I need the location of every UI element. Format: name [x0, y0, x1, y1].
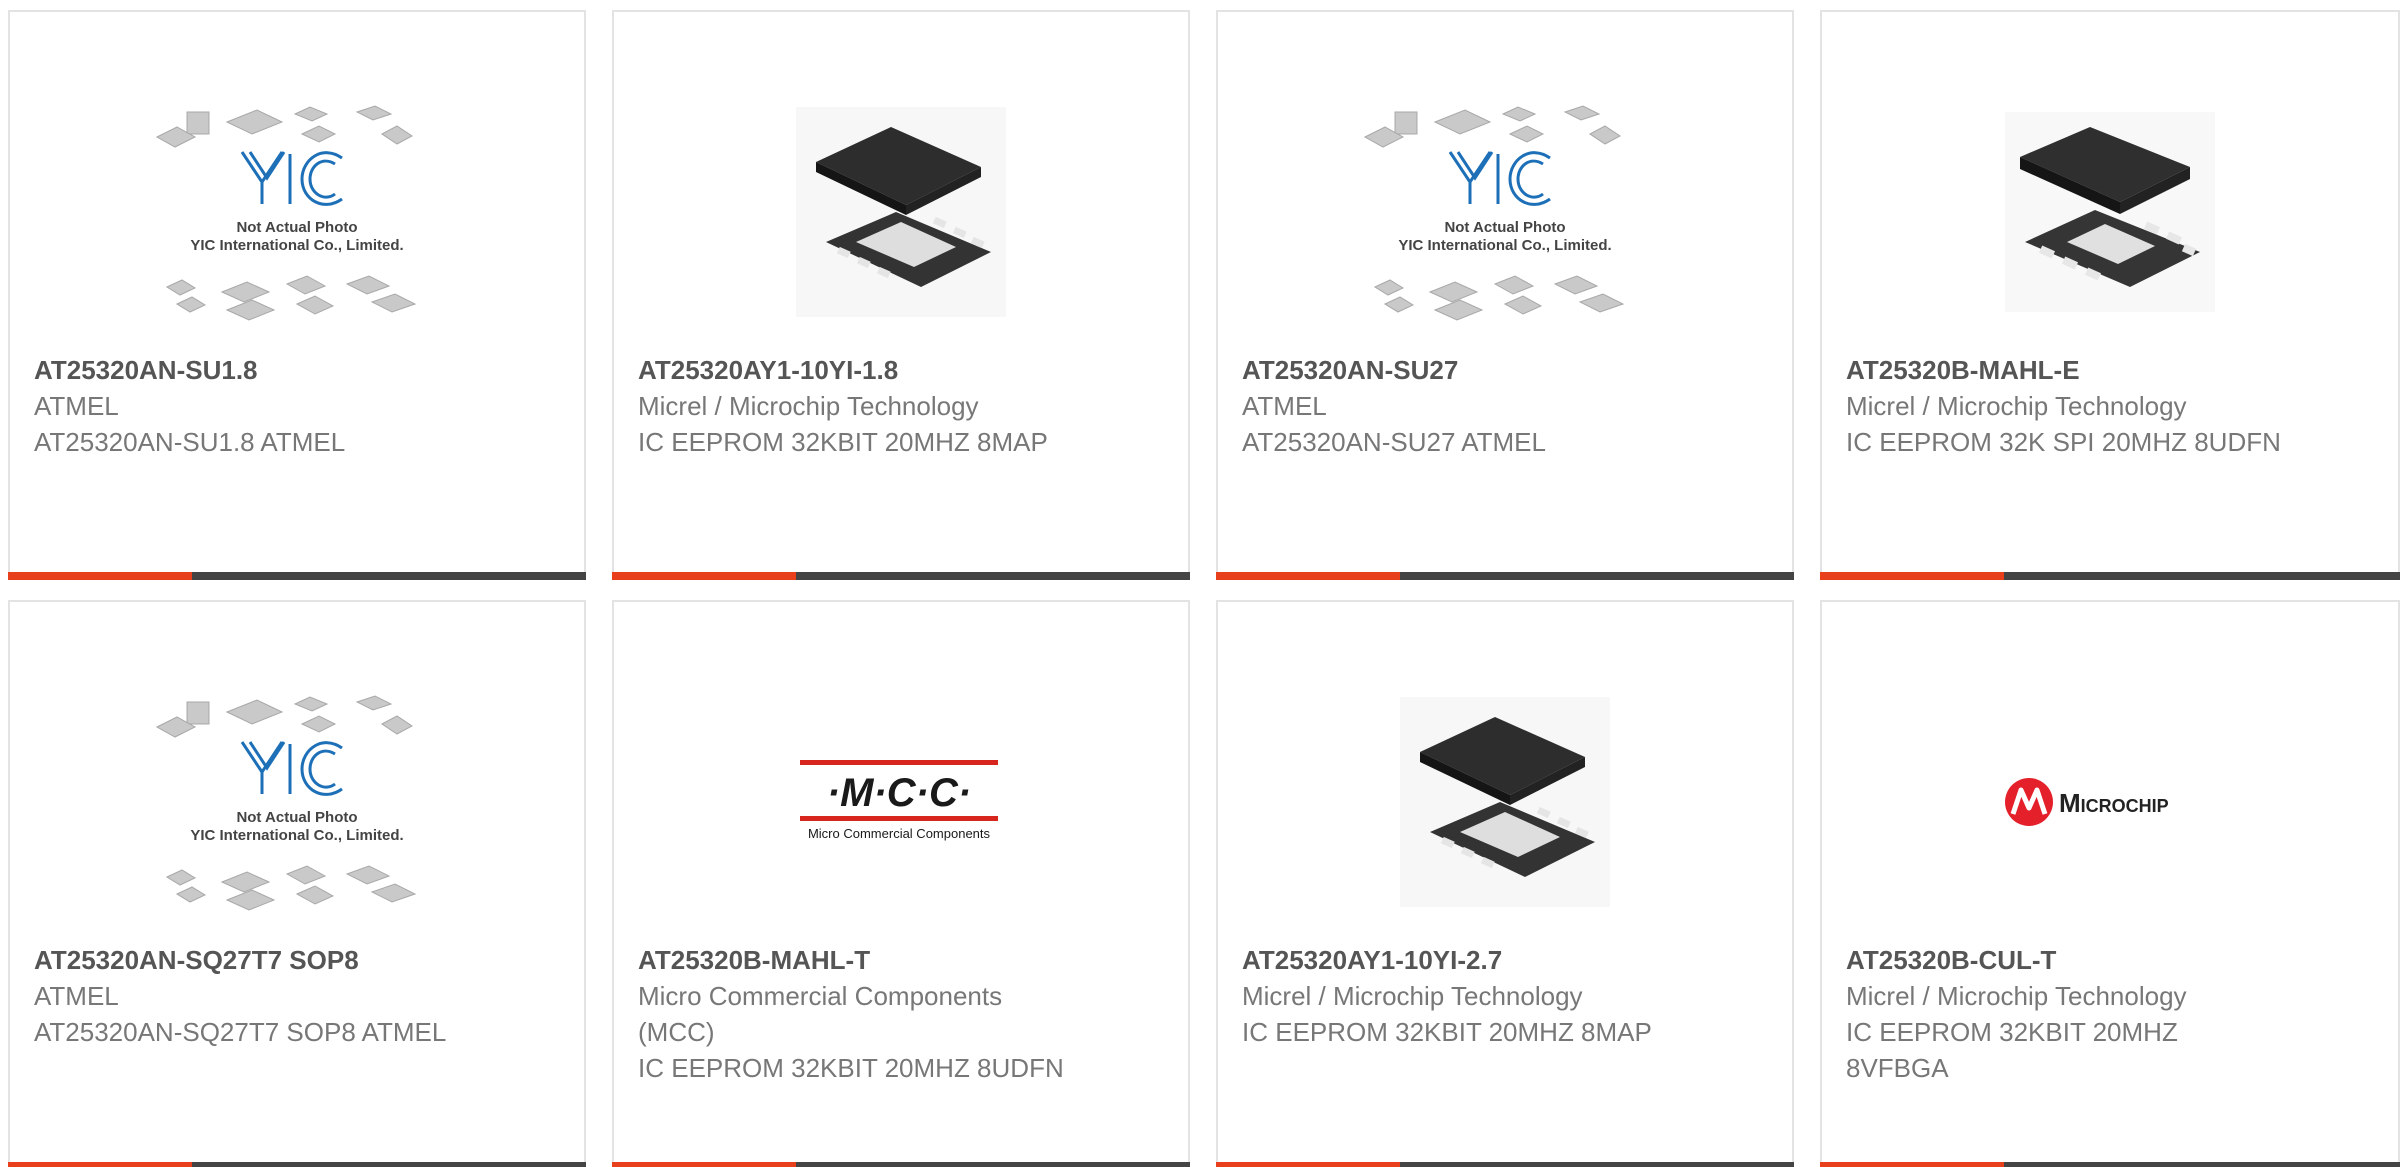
product-image[interactable]: ·M·C·C· Micro Commercial Components: [614, 662, 1188, 942]
product-card[interactable]: AT25320AY1-10YI-2.7 Micrel / Microchip T…: [1216, 600, 1794, 1167]
mcc-logo-subtext: Micro Commercial Components: [808, 826, 991, 841]
placeholder-line2: YIC International Co., Limited.: [190, 827, 403, 844]
description: IC EEPROM 32KBIT 20MHZ 8MAP: [638, 427, 1048, 457]
part-number-link[interactable]: AT25320B-MAHL-E: [1846, 352, 2286, 388]
chip-package-icon: [796, 107, 1006, 317]
manufacturer: Micro Commercial Components (MCC): [638, 981, 1003, 1047]
mcc-logo-icon: ·M·C·C· Micro Commercial Components: [800, 760, 998, 841]
description: AT25320AN-SU27 ATMEL: [1242, 427, 1546, 457]
part-number-link[interactable]: AT25320B-CUL-T: [1846, 942, 2286, 978]
product-card[interactable]: AT25320B-MAHL-E Micrel / Microchip Techn…: [1820, 10, 2400, 580]
product-image[interactable]: [1218, 662, 1792, 942]
part-number-link[interactable]: AT25320AY1-10YI-1.8: [638, 352, 1078, 388]
part-number-link[interactable]: AT25320AN-SU1.8: [34, 352, 474, 388]
mcc-logo-text: ·M·C·C·: [827, 771, 971, 815]
placeholder-line1: Not Actual Photo: [236, 809, 357, 826]
manufacturer: ATMEL: [1242, 391, 1327, 421]
product-image[interactable]: Not Actual Photo YIC International Co., …: [10, 662, 584, 942]
chip-package-icon: [2005, 112, 2215, 312]
placeholder-line1: Not Actual Photo: [236, 219, 357, 236]
product-image[interactable]: Not Actual Photo YIC International Co., …: [10, 72, 584, 352]
product-card[interactable]: Not Actual Photo YIC International Co., …: [8, 600, 586, 1167]
card-accent-bar: [612, 1162, 1190, 1167]
description: IC EEPROM 32KBIT 20MHZ 8UDFN: [638, 1053, 1064, 1083]
product-info: AT25320B-MAHL-E Micrel / Microchip Techn…: [1846, 352, 2286, 460]
product-card[interactable]: ·M·C·C· Micro Commercial Components AT25…: [612, 600, 1190, 1167]
product-info: AT25320AY1-10YI-1.8 Micrel / Microchip T…: [638, 352, 1078, 460]
product-image[interactable]: [614, 72, 1188, 352]
description: AT25320AN-SU1.8 ATMEL: [34, 427, 346, 457]
product-card[interactable]: Not Actual Photo YIC International Co., …: [8, 10, 586, 580]
manufacturer: Micrel / Microchip Technology: [1242, 981, 1583, 1011]
part-number-link[interactable]: AT25320B-MAHL-T: [638, 942, 1078, 978]
card-accent-bar: [1820, 572, 2400, 580]
part-number-link[interactable]: AT25320AN-SQ27T7 SOP8: [34, 942, 474, 978]
description: IC EEPROM 32KBIT 20MHZ 8VFBGA: [1846, 1017, 2178, 1083]
placeholder-line2: YIC International Co., Limited.: [190, 237, 403, 254]
product-image[interactable]: [1822, 72, 2398, 352]
product-info: AT25320AN-SU1.8 ATMEL AT25320AN-SU1.8 AT…: [34, 352, 474, 460]
product-info: AT25320B-MAHL-T Micro Commercial Compone…: [638, 942, 1078, 1086]
manufacturer: ATMEL: [34, 391, 119, 421]
product-card[interactable]: AT25320AY1-10YI-1.8 Micrel / Microchip T…: [612, 10, 1190, 580]
part-number-link[interactable]: AT25320AY1-10YI-2.7: [1242, 942, 1682, 978]
product-info: AT25320AN-SU27 ATMEL AT25320AN-SU27 ATME…: [1242, 352, 1682, 460]
product-grid: Not Actual Photo YIC International Co., …: [0, 0, 2400, 1167]
product-info: AT25320AY1-10YI-2.7 Micrel / Microchip T…: [1242, 942, 1682, 1050]
card-accent-bar: [8, 572, 586, 580]
product-info: AT25320AN-SQ27T7 SOP8 ATMEL AT25320AN-SQ…: [34, 942, 474, 1050]
placeholder-line2: YIC International Co., Limited.: [1398, 237, 1611, 254]
part-number-link[interactable]: AT25320AN-SU27: [1242, 352, 1682, 388]
product-card[interactable]: Not Actual Photo YIC International Co., …: [1216, 10, 1794, 580]
microchip-logo-icon: Microchip: [2005, 778, 2169, 826]
microchip-logo-text: Microchip: [2059, 788, 2169, 818]
card-accent-bar: [612, 572, 1190, 580]
description: IC EEPROM 32KBIT 20MHZ 8MAP: [1242, 1017, 1652, 1047]
card-accent-bar: [1216, 572, 1794, 580]
description: IC EEPROM 32K SPI 20MHZ 8UDFN: [1846, 427, 2281, 457]
yic-placeholder-icon: Not Actual Photo YIC International Co., …: [155, 695, 417, 911]
yic-placeholder-icon: Not Actual Photo YIC International Co., …: [1363, 105, 1625, 321]
card-accent-bar: [1216, 1162, 1794, 1167]
yic-placeholder-icon: Not Actual Photo YIC International Co., …: [155, 105, 417, 321]
product-info: AT25320B-CUL-T Micrel / Microchip Techno…: [1846, 942, 2286, 1086]
card-accent-bar: [8, 1162, 586, 1167]
manufacturer: Micrel / Microchip Technology: [638, 391, 979, 421]
manufacturer: Micrel / Microchip Technology: [1846, 981, 2187, 1011]
manufacturer: ATMEL: [34, 981, 119, 1011]
description: AT25320AN-SQ27T7 SOP8 ATMEL: [34, 1017, 447, 1047]
card-accent-bar: [1820, 1162, 2400, 1167]
chip-package-icon: [1400, 697, 1610, 907]
product-image[interactable]: Microchip: [1822, 662, 2398, 942]
manufacturer: Micrel / Microchip Technology: [1846, 391, 2187, 421]
product-card[interactable]: Microchip AT25320B-CUL-T Micrel / Microc…: [1820, 600, 2400, 1167]
product-image[interactable]: Not Actual Photo YIC International Co., …: [1218, 72, 1792, 352]
placeholder-line1: Not Actual Photo: [1444, 219, 1565, 236]
